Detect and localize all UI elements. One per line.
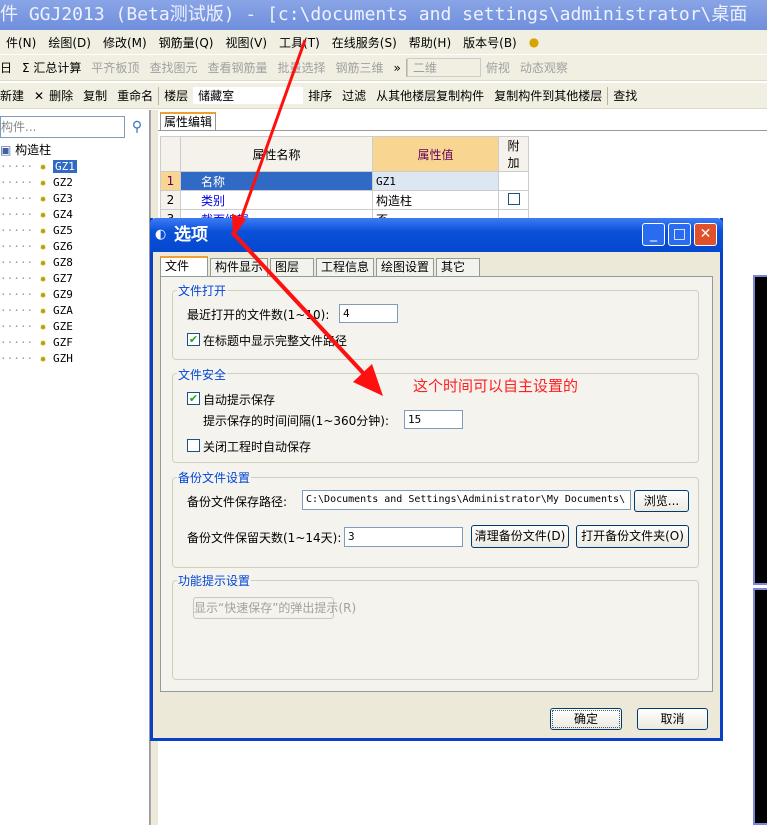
- arrow-line: [230, 230, 367, 377]
- annotation-arrows: [230, 39, 383, 396]
- arrow-line: [238, 39, 307, 223]
